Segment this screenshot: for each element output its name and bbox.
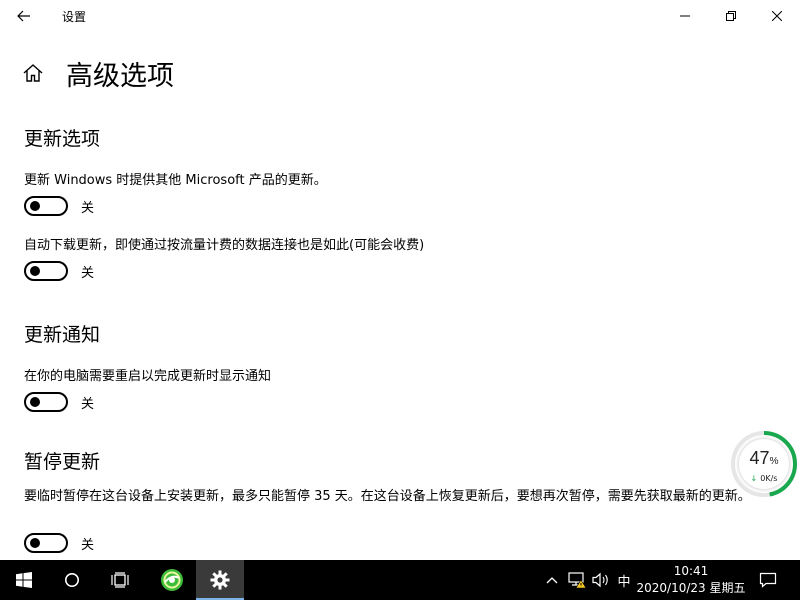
action-center-icon bbox=[759, 572, 777, 588]
network-warning-icon bbox=[568, 572, 587, 589]
restore-button[interactable] bbox=[708, 0, 754, 32]
download-arrow-icon: ↓ bbox=[750, 474, 758, 483]
section-heading-pause-updates: 暂停更新 bbox=[24, 451, 101, 473]
network-speed-value: 0K/s bbox=[760, 474, 778, 483]
setting-description-restart-notification: 在你的电脑需要重启以完成更新时显示通知 bbox=[24, 369, 272, 384]
network-tray-button[interactable] bbox=[566, 560, 588, 600]
window-title: 设置 bbox=[62, 10, 87, 24]
cortana-circle-icon bbox=[65, 573, 79, 587]
close-button[interactable] bbox=[754, 0, 800, 32]
restore-icon bbox=[726, 11, 736, 21]
back-button[interactable] bbox=[8, 2, 40, 30]
taskbar-app-360-browser[interactable] bbox=[148, 560, 196, 600]
taskbar-app-settings[interactable] bbox=[196, 560, 244, 600]
back-arrow-icon bbox=[17, 10, 30, 22]
toggle-state-label: 关 bbox=[81, 396, 95, 412]
toggle-knob bbox=[30, 266, 40, 276]
task-view-button[interactable] bbox=[96, 560, 144, 600]
restart-notification-toggle[interactable] bbox=[24, 392, 68, 412]
minimize-button[interactable] bbox=[662, 0, 708, 32]
browser-360-icon bbox=[161, 569, 183, 591]
toggle-knob bbox=[30, 397, 40, 407]
clock-date: 2020/10/23 星期五 bbox=[636, 581, 746, 595]
network-speed-widget[interactable]: 47% ↓ 0K/s bbox=[730, 430, 798, 498]
usage-percent-unit: % bbox=[769, 456, 779, 467]
title-bar: 设置 bbox=[0, 0, 800, 32]
usage-percent: 47% bbox=[739, 448, 789, 469]
taskbar: 中 10:41 2020/10/23 星期五 bbox=[0, 560, 800, 600]
pause-updates-toggle[interactable] bbox=[24, 533, 68, 553]
toggle-state-label: 关 bbox=[81, 265, 95, 281]
setting-description-metered-download: 自动下载更新，即使通过按流量计费的数据连接也是如此(可能会收费) bbox=[24, 238, 425, 253]
gear-icon bbox=[210, 570, 230, 590]
volume-tray-button[interactable] bbox=[590, 560, 612, 600]
toggle-row-restart-notification: 关 bbox=[24, 391, 94, 413]
start-button[interactable] bbox=[0, 560, 48, 600]
section-heading-update-options: 更新选项 bbox=[24, 128, 101, 150]
setting-description-pause-updates: 要临时暂停在这台设备上安装更新，最多只能暂停 35 天。在这台设备上恢复更新后，… bbox=[24, 489, 751, 504]
taskbar-clock[interactable]: 10:41 2020/10/23 星期五 bbox=[636, 563, 746, 597]
cortana-button[interactable] bbox=[48, 560, 96, 600]
home-icon[interactable] bbox=[22, 62, 44, 84]
toggle-row-metered-download: 关 bbox=[24, 260, 94, 282]
toggle-row-other-products: 关 bbox=[24, 195, 94, 217]
usage-dial: 47% ↓ 0K/s bbox=[739, 439, 789, 489]
section-heading-update-notifications: 更新通知 bbox=[24, 324, 101, 346]
input-method-indicator[interactable]: 中 bbox=[614, 560, 634, 600]
task-view-icon bbox=[111, 572, 129, 588]
usage-percent-value: 47 bbox=[749, 448, 770, 468]
toggle-state-label: 关 bbox=[81, 537, 95, 553]
minimize-icon bbox=[680, 15, 690, 17]
toggle-knob bbox=[30, 201, 40, 211]
toggle-knob bbox=[30, 538, 40, 548]
other-products-toggle[interactable] bbox=[24, 196, 68, 216]
toggle-row-pause-updates: 关 bbox=[24, 532, 94, 554]
action-center-button[interactable] bbox=[752, 560, 784, 600]
clock-time: 10:41 bbox=[673, 564, 709, 578]
network-speed: ↓ 0K/s bbox=[739, 474, 789, 483]
windows-logo-icon bbox=[16, 572, 32, 588]
chevron-up-icon bbox=[546, 577, 558, 584]
setting-description-other-products: 更新 Windows 时提供其他 Microsoft 产品的更新。 bbox=[24, 173, 327, 188]
metered-download-toggle[interactable] bbox=[24, 261, 68, 281]
toggle-state-label: 关 bbox=[81, 200, 95, 216]
page-title: 高级选项 bbox=[66, 61, 174, 92]
show-hidden-icons-button[interactable] bbox=[542, 560, 562, 600]
close-icon bbox=[772, 11, 782, 21]
speaker-icon bbox=[592, 572, 608, 588]
